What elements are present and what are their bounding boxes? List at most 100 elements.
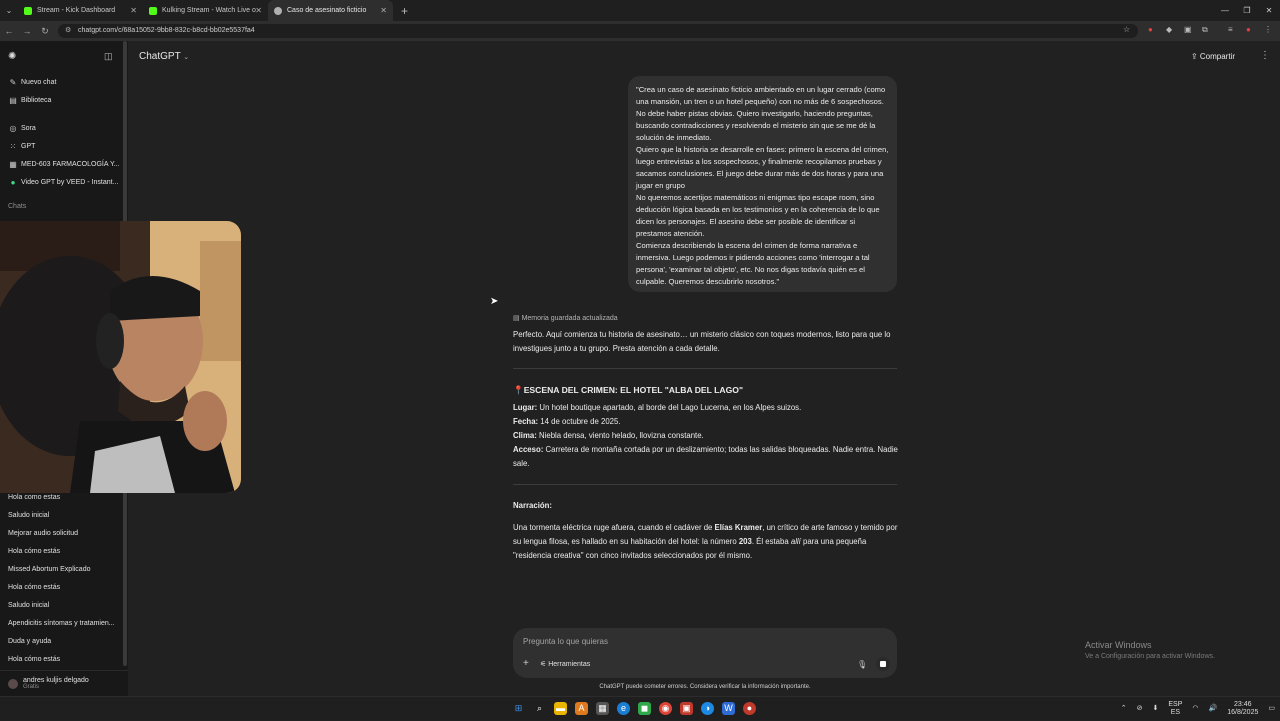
tab-kulking-stream[interactable]: Kulking Stream - Watch Live o ✕ [143, 0, 268, 21]
openai-logo-icon[interactable]: ✺ [8, 51, 16, 62]
browser-menu-icon[interactable]: ⋮ [1264, 25, 1272, 34]
chats-section-label: Chats [8, 203, 27, 210]
minimize-icon[interactable]: — [1214, 6, 1236, 15]
kick-favicon-icon [24, 6, 32, 15]
file-explorer-icon[interactable]: ▬ [554, 702, 567, 715]
extensions-puzzle-icon[interactable]: ⧉ [1202, 25, 1208, 35]
fact-label: Fecha: [513, 417, 539, 426]
extension-icon[interactable]: ▣ [1184, 25, 1192, 34]
user-message-bubble: "Crea un caso de asesinato ficticio ambi… [628, 76, 897, 292]
tray-icon[interactable]: ⊘ [1137, 705, 1143, 713]
streamer-webcam-image [0, 221, 241, 493]
back-icon[interactable]: ← [0, 26, 18, 36]
chat-history-item[interactable]: Hola cómo estás [0, 579, 123, 597]
app-icon[interactable]: ▣ [680, 702, 693, 715]
app-icon[interactable]: ◑ [701, 702, 714, 715]
media-icon[interactable]: ≡ [1228, 25, 1233, 34]
tab-caso-asesinato[interactable]: Caso de asesinato ficticio ✕ [268, 0, 393, 21]
reload-icon[interactable]: ↻ [36, 26, 54, 37]
edge-icon[interactable]: e [617, 702, 630, 715]
sliders-icon: ⚟ [540, 661, 549, 668]
kick-favicon-icon [149, 6, 157, 15]
chat-history-item[interactable]: Apendicitis síntomas y tratamien... [0, 615, 123, 633]
sidebar-item-veed[interactable]: ● Video GPT by VEED - Instant... [0, 173, 128, 191]
sidebar-item-med603[interactable]: ▦ MED-603 FARMACOLOGÍA Y... [0, 155, 128, 173]
veed-icon: ● [10, 177, 16, 187]
app-icon[interactable]: A [575, 702, 588, 715]
fact-label: Clima: [513, 431, 537, 440]
app-icon[interactable]: ▦ [596, 702, 609, 715]
chevron-up-icon[interactable]: ⌃ [1121, 705, 1127, 713]
bookmark-star-icon[interactable]: ☆ [1123, 25, 1130, 34]
windows-start-icon[interactable]: ⊞ [512, 702, 525, 715]
volume-icon[interactable]: 🔊 [1209, 705, 1218, 713]
memory-updated-note[interactable]: ▤ Memoria guardada actualizada [513, 314, 618, 322]
chat-history-item[interactable]: Hola cómo estás [0, 651, 123, 669]
more-options-icon[interactable]: ⋮ [1260, 50, 1270, 61]
extension-icon[interactable]: ◆ [1166, 25, 1172, 34]
prompt-input[interactable]: Pregunta lo que quieras [523, 637, 608, 646]
sidebar-toggle-icon[interactable]: ◫ [104, 51, 113, 62]
tools-button[interactable]: ⚟ Herramientas [540, 660, 590, 668]
disclaimer-text: ChatGPT puede cometer errores. Considera… [599, 684, 811, 690]
gpt-icon: ⁙ [9, 141, 17, 151]
sidebar-item-label: Nuevo chat [21, 78, 57, 86]
app-icon[interactable]: ◼ [638, 702, 651, 715]
sidebar-item-gpt[interactable]: ⁙ GPT [0, 137, 128, 155]
chat-history-item[interactable]: Duda y ayuda [0, 633, 123, 651]
chat-history-item[interactable]: Missed Abortum Explicado [0, 561, 123, 579]
fact-value: Carretera de montaña cortada por un desl… [513, 445, 898, 468]
new-tab-icon[interactable]: + [401, 4, 408, 18]
url-bar[interactable]: ⚙ chatgpt.com/c/68a15052-9bb8-832c-b8cd-… [58, 24, 1138, 38]
microphone-icon[interactable]: 🎙 [857, 660, 867, 669]
taskbar-apps: ⊞ ⌕ ▬ A ▦ e ◼ ◉ ▣ ◑ W ● [512, 702, 756, 715]
chat-history-item[interactable]: Hola cómo estás [0, 543, 123, 561]
sidebar-item-library[interactable]: ▤ Biblioteca [0, 91, 128, 109]
divider [513, 484, 897, 485]
maximize-icon[interactable]: ❐ [1236, 6, 1258, 15]
webcam-overlay [0, 221, 241, 493]
notification-icon[interactable]: ▭ [1268, 705, 1275, 713]
sidebar-item-label: MED-603 FARMACOLOGÍA Y... [21, 160, 120, 168]
sidebar-item-label: Video GPT by VEED - Instant... [21, 178, 119, 186]
lang-text: ESP [1168, 701, 1183, 708]
sidebar-item-sora[interactable]: ◎ Sora [0, 119, 128, 137]
tab-search-icon[interactable]: ⌄ [0, 6, 18, 15]
pin-icon: 📍 [513, 385, 524, 395]
chat-history-item[interactable]: Mejorar audio solicitud [0, 525, 123, 543]
wifi-icon[interactable]: ◠ [1192, 705, 1198, 713]
close-tab-icon[interactable]: ✕ [130, 6, 137, 15]
forward-icon[interactable]: → [18, 26, 36, 36]
user-plan: Gratis [23, 684, 40, 690]
chrome-icon[interactable]: ◉ [659, 702, 672, 715]
sidebar-item-new-chat[interactable]: ✎ Nuevo chat [0, 73, 128, 91]
attach-plus-icon[interactable]: + [523, 658, 529, 669]
language-indicator[interactable]: ESP ES [1168, 701, 1182, 717]
user-account[interactable]: andres kuljis delgado Gratis [0, 670, 128, 696]
browser-tab-bar: ⌄ Stream - Kick Dashboard ✕ Kulking Stre… [0, 0, 1280, 21]
site-info-icon[interactable]: ⚙ [65, 24, 71, 38]
share-button[interactable]: ⇪ Compartir [1191, 52, 1235, 61]
close-tab-icon[interactable]: ✕ [380, 6, 387, 15]
chat-history-item[interactable]: Saludo inicial [0, 597, 123, 615]
stop-button[interactable] [876, 657, 890, 671]
chatgpt-favicon-icon [274, 6, 282, 15]
memory-note-text: Memoria guardada actualizada [521, 315, 618, 322]
time-text: 23:46 [1234, 701, 1252, 708]
extension-icon[interactable]: ● [1148, 25, 1153, 34]
app-icon[interactable]: ● [743, 702, 756, 715]
close-tab-icon[interactable]: ✕ [255, 6, 262, 15]
search-icon[interactable]: ⌕ [533, 702, 546, 715]
close-window-icon[interactable]: ✕ [1258, 6, 1280, 15]
profile-avatar-icon[interactable]: ● [1246, 25, 1251, 34]
tray-icon[interactable]: ⬇ [1153, 705, 1159, 713]
clock[interactable]: 23:46 16/8/2025 [1227, 701, 1258, 717]
scene-heading: 📍ESCENA DEL CRIMEN: EL HOTEL "ALBA DEL L… [513, 383, 898, 397]
tab-kick-dashboard[interactable]: Stream - Kick Dashboard ✕ [18, 0, 143, 21]
word-icon[interactable]: W [722, 702, 735, 715]
tab-title: Caso de asesinato ficticio [287, 7, 367, 14]
narration-emphasis: allí [790, 537, 801, 546]
chat-history-item[interactable]: Saludo inicial [0, 507, 123, 525]
model-selector[interactable]: ChatGPT ⌄ [139, 51, 189, 62]
sora-icon: ◎ [9, 123, 17, 133]
